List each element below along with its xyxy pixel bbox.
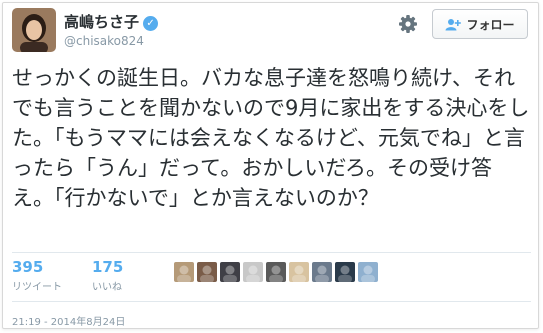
add-user-icon (445, 18, 462, 30)
display-name-text[interactable]: 高嶋ちさ子 (64, 13, 139, 31)
tweet-text: せっかくの誕生日。バカな息子達を怒鳴り続け、それでも言うことを聞かないので9月に… (12, 66, 530, 210)
tweet-timestamp[interactable]: 21:19 - 2014年8月24日 (12, 313, 125, 328)
liker-avatars (174, 262, 378, 282)
gear-icon[interactable] (396, 12, 420, 36)
stats-divider-bottom (12, 301, 531, 302)
retweet-count: 395 (12, 258, 44, 276)
like-label: いいね (92, 282, 122, 293)
liker-avatar[interactable] (335, 262, 355, 282)
liker-avatar[interactable] (289, 262, 309, 282)
liker-avatar[interactable] (197, 262, 217, 282)
avatar-image (12, 8, 56, 52)
liker-avatar[interactable] (312, 262, 332, 282)
retweet-label: リツイート (12, 282, 62, 293)
retweet-stat[interactable]: 395 リツイート (12, 258, 62, 293)
stats-divider-top (12, 252, 531, 253)
user-handle[interactable]: @chisako824 (64, 34, 144, 48)
liker-avatar[interactable] (220, 262, 240, 282)
follow-button[interactable]: フォロー (432, 9, 528, 39)
avatar[interactable] (12, 8, 56, 52)
liker-avatar[interactable] (174, 262, 194, 282)
liker-avatar[interactable] (243, 262, 263, 282)
like-count: 175 (92, 258, 124, 276)
like-stat[interactable]: 175 いいね (92, 258, 123, 293)
follow-button-label: フォロー (466, 17, 515, 32)
verified-badge-icon: ✓ (143, 16, 159, 31)
display-name[interactable]: 高嶋ちさ子 ✓ (64, 11, 159, 32)
liker-avatar[interactable] (266, 262, 286, 282)
liker-avatar[interactable] (358, 262, 378, 282)
